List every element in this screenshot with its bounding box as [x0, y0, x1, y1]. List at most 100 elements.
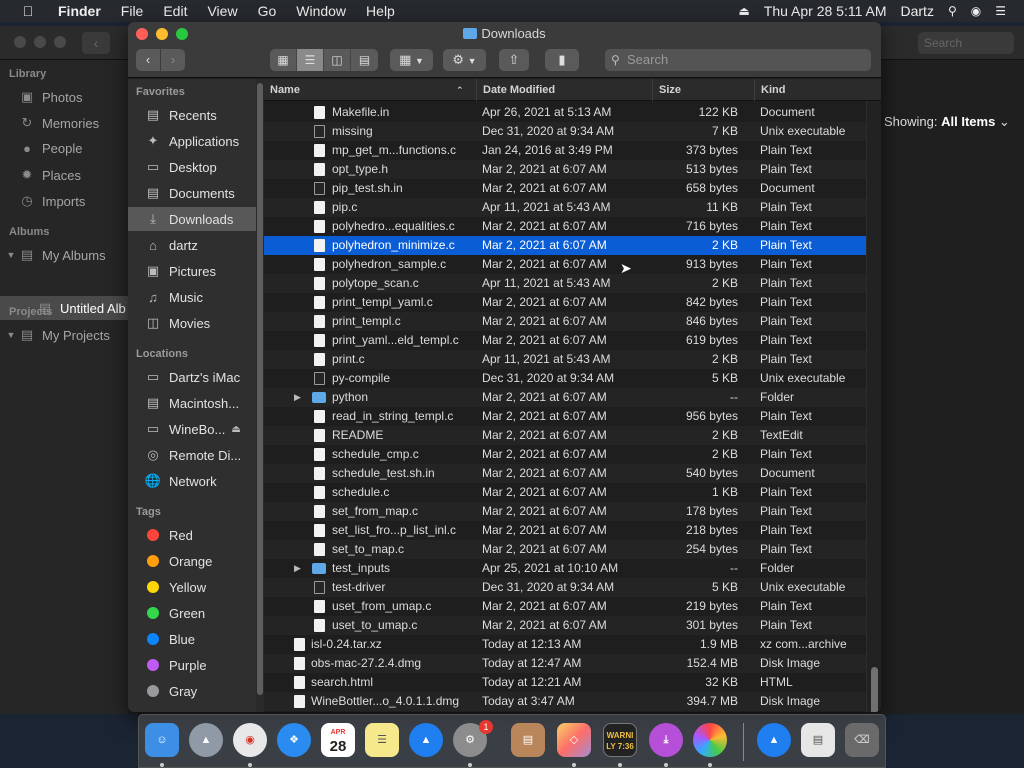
- file-row[interactable]: README Mar 2, 2021 at 6:07 AM 2 KB TextEdit: [264, 426, 881, 445]
- search-input[interactable]: ⚲ Search: [605, 49, 871, 71]
- photos-item-my-albums[interactable]: ▼ ▤ My Albums: [6, 247, 106, 263]
- sidebar-tag-blue[interactable]: Blue: [128, 627, 256, 651]
- file-row[interactable]: set_to_map.c Mar 2, 2021 at 6:07 AM 254 by…: [264, 540, 881, 559]
- menu-view[interactable]: View: [197, 3, 247, 19]
- file-row[interactable]: print.c Apr 11, 2021 at 5:43 AM 2 KB Plain …: [264, 350, 881, 369]
- menu-edit[interactable]: Edit: [153, 3, 197, 19]
- app-store-downloads-icon[interactable]: ▲: [757, 723, 791, 757]
- file-row[interactable]: print_templ.c Mar 2, 2021 at 6:07 AM 846 b…: [264, 312, 881, 331]
- sidebar-item-applications[interactable]: ✦ Applications: [128, 129, 256, 153]
- safari-compass-icon[interactable]: ❖: [277, 723, 311, 757]
- sidebar-tag-purple[interactable]: Purple: [128, 653, 256, 677]
- photos-item-memories[interactable]: ↻ Memories: [18, 115, 100, 131]
- file-row[interactable]: obs-mac-27.2.4.dmg Today at 12:47 AM 152.4…: [264, 654, 881, 673]
- forward-button[interactable]: ›: [161, 49, 185, 71]
- notes-icon[interactable]: ☰: [365, 723, 399, 757]
- photos-back-button[interactable]: ‹: [82, 32, 110, 54]
- file-row[interactable]: set_from_map.c Mar 2, 2021 at 6:07 AM 178 …: [264, 502, 881, 521]
- sidebar-item-music[interactable]: ♫ Music: [128, 285, 256, 309]
- file-row[interactable]: schedule_cmp.c Mar 2, 2021 at 6:07 AM 2 KB…: [264, 445, 881, 464]
- color-picker-icon[interactable]: ◇: [557, 723, 591, 757]
- calendar-icon[interactable]: APR 28: [321, 723, 355, 757]
- photos-item-photos[interactable]: ▣ Photos: [18, 89, 83, 105]
- file-row[interactable]: pip_test.sh.in Mar 2, 2021 at 6:07 AM 658 …: [264, 179, 881, 198]
- group-by-button[interactable]: ▦ ▼: [390, 49, 433, 71]
- file-row[interactable]: polyhedro...equalities.c Mar 2, 2021 at 6…: [264, 217, 881, 236]
- back-button[interactable]: ‹: [136, 49, 160, 71]
- sidebar-scrollbar[interactable]: [256, 79, 264, 712]
- sidebar-tag-orange[interactable]: Orange: [128, 549, 256, 573]
- photos-item-my-projects[interactable]: ▼ ▤ My Projects: [6, 327, 110, 343]
- column-name[interactable]: Name ⌃: [264, 79, 476, 101]
- sidebar-item-pictures[interactable]: ▣ Pictures: [128, 259, 256, 283]
- menu-window[interactable]: Window: [286, 3, 356, 19]
- file-row[interactable]: Makefile.in Apr 26, 2021 at 5:13 AM 122 KB…: [264, 103, 881, 122]
- file-row[interactable]: print_yaml...eld_templ.c Mar 2, 2021 at 6…: [264, 331, 881, 350]
- sidebar-tag-red[interactable]: Red: [128, 523, 256, 547]
- showing-filter[interactable]: Showing: All Items ⌄: [884, 114, 1010, 130]
- sidebar-item-recents[interactable]: ▤ Recents: [128, 103, 256, 127]
- sidebar-item-movies[interactable]: ◫ Movies: [128, 311, 256, 335]
- photos-item-imports[interactable]: ◷ Imports: [18, 193, 85, 209]
- console-icon[interactable]: WARNI LY 7:36: [603, 723, 637, 757]
- photos-app-icon[interactable]: [693, 723, 727, 757]
- photos-item-people[interactable]: ● People: [18, 141, 82, 156]
- file-row[interactable]: set_list_fro...p_list_inl.c Mar 2, 2021 a…: [264, 521, 881, 540]
- photos-zoom-button[interactable]: [54, 36, 66, 48]
- sidebar-item-winebottler[interactable]: ▭ WineBo... ⏏: [128, 417, 256, 441]
- menu-file[interactable]: File: [111, 3, 154, 19]
- file-list-scrollbar[interactable]: [866, 101, 881, 712]
- user-name[interactable]: Dartz: [901, 3, 934, 19]
- sidebar-tag-yellow[interactable]: Yellow: [128, 575, 256, 599]
- sidebar-tag-green[interactable]: Green: [128, 601, 256, 625]
- file-row[interactable]: isl-0.24.tar.xz Today at 12:13 AM 1.9 MB xz…: [264, 635, 881, 654]
- file-row[interactable]: schedule_test.sh.in Mar 2, 2021 at 6:07 A…: [264, 464, 881, 483]
- file-row[interactable]: print_templ_yaml.c Mar 2, 2021 at 6:07 AM…: [264, 293, 881, 312]
- file-row[interactable]: mp_get_m...functions.c Jan 24, 2016 at 3:…: [264, 141, 881, 160]
- action-button[interactable]: ⚙ ▼: [443, 49, 486, 71]
- disclosure-down-icon[interactable]: ▼: [6, 330, 16, 340]
- sidebar-item-desktop[interactable]: ▭ Desktop: [128, 155, 256, 179]
- launchpad-rocket-icon[interactable]: ▲: [189, 723, 223, 757]
- file-row[interactable]: schedule.c Mar 2, 2021 at 6:07 AM 1 KB Plai…: [264, 483, 881, 502]
- document-stack-icon[interactable]: ▤: [801, 723, 835, 757]
- column-size[interactable]: Size: [652, 79, 754, 101]
- disclosure-down-icon[interactable]: ▼: [6, 250, 16, 260]
- file-row[interactable]: ▶ test_inputs Apr 25, 2021 at 10:10 AM -- Fo…: [264, 559, 881, 578]
- clock[interactable]: Thu Apr 28 5:11 AM: [764, 3, 887, 19]
- icon-view-icon[interactable]: ▦: [270, 49, 297, 71]
- menu-finder[interactable]: Finder: [52, 3, 111, 19]
- file-row[interactable]: test-driver Dec 31, 2020 at 9:34 AM 5 KB Un…: [264, 578, 881, 597]
- file-list-scrollbar-thumb[interactable]: [871, 667, 878, 712]
- sidebar-item-macintosh-hd[interactable]: ▤ Macintosh...: [128, 391, 256, 415]
- sidebar-item-imac[interactable]: ▭ Dartz's iMac: [128, 365, 256, 389]
- file-row[interactable]: ▶ python Mar 2, 2021 at 6:07 AM -- Folder: [264, 388, 881, 407]
- file-row[interactable]: opt_type.h Mar 2, 2021 at 6:07 AM 513 byte…: [264, 160, 881, 179]
- column-kind[interactable]: Kind: [754, 79, 866, 101]
- list-view-icon[interactable]: ☰: [297, 49, 324, 71]
- installer-icon[interactable]: ⤓: [649, 723, 683, 757]
- column-date-modified[interactable]: Date Modified: [476, 79, 652, 101]
- disclosure-triangle-icon[interactable]: ▶: [294, 559, 301, 578]
- gallery-view-icon[interactable]: ▤: [351, 49, 378, 71]
- photos-close-button[interactable]: [14, 36, 26, 48]
- sidebar-item-remote-disc[interactable]: ◎ Remote Di...: [128, 443, 256, 467]
- apple-menu-icon[interactable]: : [18, 3, 38, 19]
- sidebar-tag-gray[interactable]: Gray: [128, 679, 256, 703]
- sidebar-scrollbar-thumb[interactable]: [257, 83, 263, 695]
- file-row[interactable]: search.html Today at 12:21 AM 32 KB HTML: [264, 673, 881, 692]
- file-row[interactable]: uset_from_umap.c Mar 2, 2021 at 6:07 AM 21…: [264, 597, 881, 616]
- file-row[interactable]: polytope_scan.c Apr 11, 2021 at 5:43 AM 2 …: [264, 274, 881, 293]
- eject-status-icon[interactable]: ⏏: [738, 4, 749, 18]
- sidebar-item-dartz[interactable]: ⌂ dartz: [128, 233, 256, 257]
- chrome-icon[interactable]: ◉: [233, 723, 267, 757]
- sidebar-item-documents[interactable]: ▤ Documents: [128, 181, 256, 205]
- file-row[interactable]: uset_to_umap.c Mar 2, 2021 at 6:07 AM 301 …: [264, 616, 881, 635]
- sidebar-item-downloads[interactable]: ⤓ Downloads: [128, 207, 256, 231]
- column-view-icon[interactable]: ◫: [324, 49, 351, 71]
- file-row[interactable]: py-compile Dec 31, 2020 at 9:34 AM 5 KB Uni…: [264, 369, 881, 388]
- file-row[interactable]: read_in_string_templ.c Mar 2, 2021 at 6:0…: [264, 407, 881, 426]
- siri-icon[interactable]: ◉: [971, 4, 981, 18]
- photos-minimize-button[interactable]: [34, 36, 46, 48]
- share-button[interactable]: ⇧: [499, 49, 529, 71]
